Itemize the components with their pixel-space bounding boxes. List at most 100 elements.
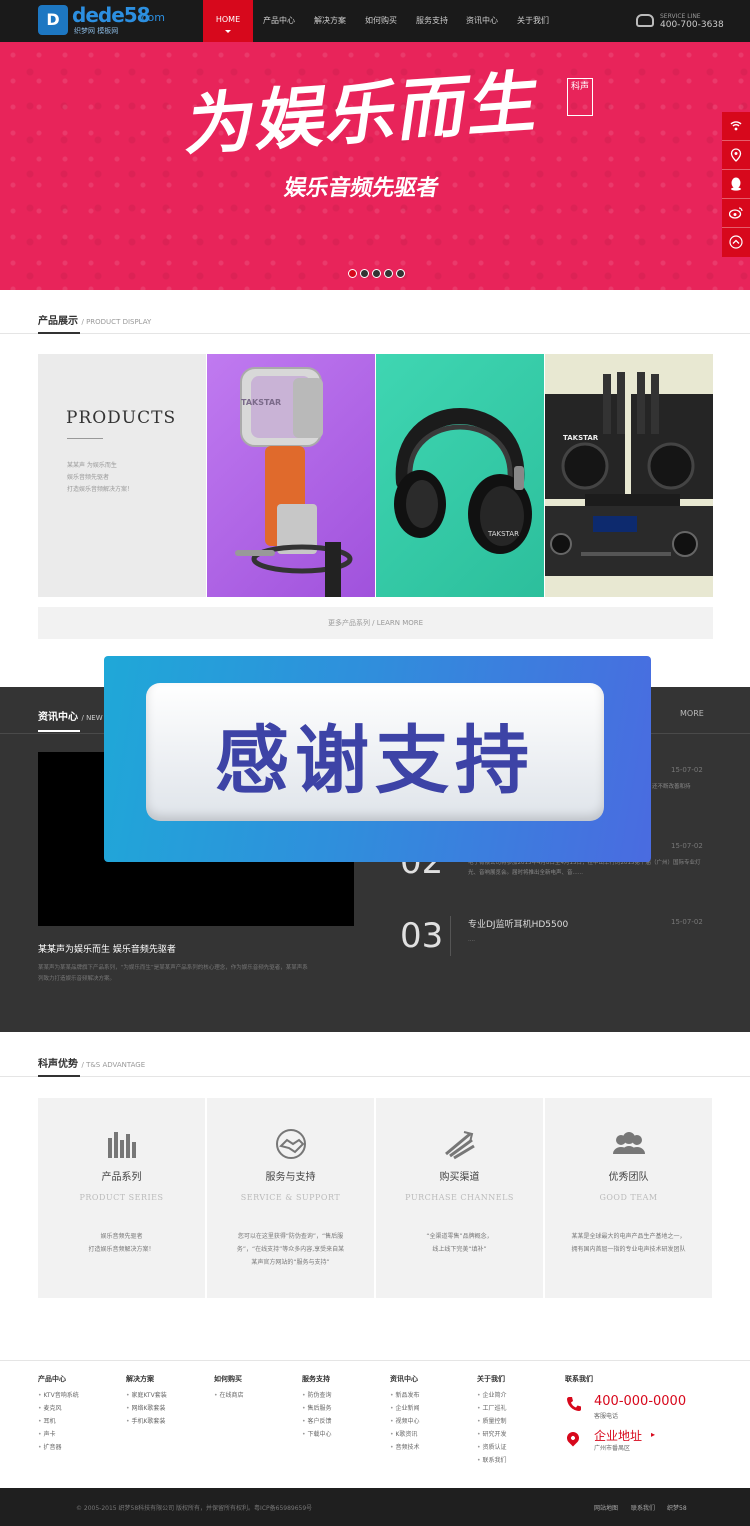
footer-link[interactable]: 研究开发 [477,1429,506,1438]
product-brand-label: TAKSTAR [563,434,599,442]
products-desc-line: 某某声 为娱乐而生 [67,462,117,469]
wifi-icon[interactable] [722,112,750,141]
thanks-overlay-button: 感谢支持 [146,683,604,821]
thanks-overlay-image: 感谢支持 [104,656,651,862]
thanks-overlay-text: 感谢支持 [215,718,535,804]
footer-link[interactable]: 新品发布 [390,1390,419,1399]
nav-news[interactable]: 资讯中心 [459,0,505,42]
slider-dot[interactable] [396,269,405,278]
advantage-card[interactable]: 购买渠道 PURCHASE CHANNELS “全渠道零售”品牌概念， 线上线下完… [376,1098,543,1298]
service-number: 400-700-3638 [660,20,724,30]
footer-link[interactable]: 联系我们 [477,1455,506,1464]
nav-how-to-buy[interactable]: 如何购买 [358,0,404,42]
news-item-title[interactable]: 专业DJ监听耳机HD5500 [468,917,568,930]
news-featured-title[interactable]: 某某声为娱乐而生 娱乐音频先驱者 [38,942,176,955]
learn-more-button[interactable]: 更多产品系列 / LEARN MORE [38,607,713,639]
advantage-card[interactable]: 优秀团队 GOOD TEAM 某某是全球最大的电声产品生产基地之一， 拥有国内首屈… [545,1098,712,1298]
logo-domain: .com [138,11,165,24]
footer-link[interactable]: 在线商店 [214,1390,243,1399]
news-more-link[interactable]: MORE [680,709,704,718]
advantage-title-en: SERVICE & SUPPORT [240,1193,341,1202]
footer-link[interactable]: 防伪查询 [302,1390,331,1399]
footer-col-title[interactable]: 产品中心 [38,1374,66,1384]
slider-dot[interactable] [360,269,369,278]
nav-about[interactable]: 关于我们 [510,0,556,42]
footer-link[interactable]: 声卡 [38,1429,55,1438]
footer-divider [0,1360,750,1361]
nav-service[interactable]: 服务支持 [409,0,455,42]
section-underline [38,332,80,334]
site-logo[interactable]: D dede58 .com 织梦网 模板网 [38,3,188,37]
location-icon[interactable] [722,141,750,170]
banner-seal: 科声 [567,78,593,116]
footer-link[interactable]: 资质认证 [477,1442,506,1451]
weibo-icon[interactable] [722,199,750,228]
contact-address-title[interactable]: 企业地址 [594,1427,642,1444]
news-item-date: 15-07-02 [671,766,703,774]
headphones-image[interactable]: TAKSTAR [376,354,544,597]
footer-link[interactable]: 售后服务 [302,1403,331,1412]
news-item-date: 15-07-02 [671,918,703,926]
footer-link[interactable]: 耳机 [38,1416,55,1425]
speakers-amplifier-image[interactable]: TAKSTAR [545,354,713,597]
contact-phone-number[interactable]: 400-000-0000 [594,1394,686,1409]
news-featured-desc: 列致力打造娱乐音频解决方案。 [38,976,116,982]
footer-col-title[interactable]: 服务支持 [302,1374,330,1384]
news-item-desc: 还不断改善和持 [652,784,691,790]
products-desc-line: 打造娱乐音频解决方案！ [67,486,134,493]
news-item-separator [450,916,451,956]
advantage-title-en: / T&S ADVANTAGE [81,1061,146,1069]
footer-col-title[interactable]: 解决方案 [126,1374,154,1384]
arrow-right-icon: ▸ [651,1430,656,1439]
footer-link[interactable]: 质量控制 [477,1416,506,1425]
sitemap-link[interactable]: 网站地图 [594,1503,618,1512]
footer-link[interactable]: 下载中心 [302,1429,331,1438]
slider-dot[interactable] [372,269,381,278]
footer-link[interactable]: 企业简介 [477,1390,506,1399]
advantage-title-zh: 科声优势 [38,1059,78,1070]
footer-link[interactable]: K歌资讯 [390,1429,417,1438]
footer-link[interactable]: 扩音器 [38,1442,61,1451]
news-item-desc: .... [468,937,475,943]
footer-col-title[interactable]: 如何购买 [214,1374,242,1384]
advantage-title-en: PRODUCT SERIES [79,1193,164,1202]
telephone-icon [566,1396,581,1411]
advantage-title: 购买渠道 [439,1172,480,1183]
qq-icon[interactable] [722,170,750,199]
advantage-card[interactable]: 产品系列 PRODUCT SERIES 娱乐音频先驱者 打造娱乐音频解决方案！ [38,1098,205,1298]
footer-link[interactable]: 手机K歌套装 [126,1416,165,1425]
nav-solutions[interactable]: 解决方案 [307,0,353,42]
footer-col-title[interactable]: 关于我们 [477,1374,505,1384]
dede58-link[interactable]: 织梦58 [667,1503,687,1512]
footer-link[interactable]: 客户反馈 [302,1416,331,1425]
news-title-zh: 资讯中心 [38,712,78,723]
advantage-desc: 娱乐音频先驱者 打造娱乐音频解决方案！ [88,1233,155,1253]
contact-title: 联系我们 [565,1375,593,1383]
footer-link[interactable]: 网络K歌套装 [126,1403,165,1412]
nav-products[interactable]: 产品中心 [256,0,302,42]
footer-link[interactable]: 家庭KTV套装 [126,1390,166,1399]
back-to-top-icon[interactable] [722,228,750,257]
footer-link[interactable]: 视频中心 [390,1416,419,1425]
footer-link[interactable]: KTV音响系统 [38,1390,78,1399]
footer-link[interactable]: 工厂巡礼 [477,1403,506,1412]
microphone-image[interactable]: TAKSTAR [207,354,375,597]
contact-us-link[interactable]: 联系我们 [631,1503,655,1512]
products-title-zh: 产品展示 [38,316,78,327]
products-heading: PRODUCTS [66,408,177,428]
footer-link[interactable]: 企业新闻 [390,1403,419,1412]
news-section-title: 资讯中心 / NEW [38,708,103,723]
footer-col-title[interactable]: 资讯中心 [390,1374,418,1384]
advantage-title: 服务与支持 [265,1172,316,1183]
footer-link[interactable]: 音频技术 [390,1442,419,1451]
logo-mark-icon: D [38,5,68,35]
slider-dot[interactable] [384,269,393,278]
copyright-text: © 2005-2015 织梦58科技有限公司 版权所有，并保留所有权利。粤ICP… [76,1505,313,1512]
nav-home[interactable]: HOME [203,0,253,42]
advantage-title-en: PURCHASE CHANNELS [405,1193,514,1202]
floating-sidebar [722,112,750,257]
slider-dot[interactable] [348,269,357,278]
footer-link[interactable]: 麦克风 [38,1403,61,1412]
top-header: D dede58 .com 织梦网 模板网 HOME 产品中心 解决方案 如何购… [0,0,750,42]
advantage-card[interactable]: 服务与支持 SERVICE & SUPPORT 您可以在这里获得“防伪查询”，“… [207,1098,374,1298]
